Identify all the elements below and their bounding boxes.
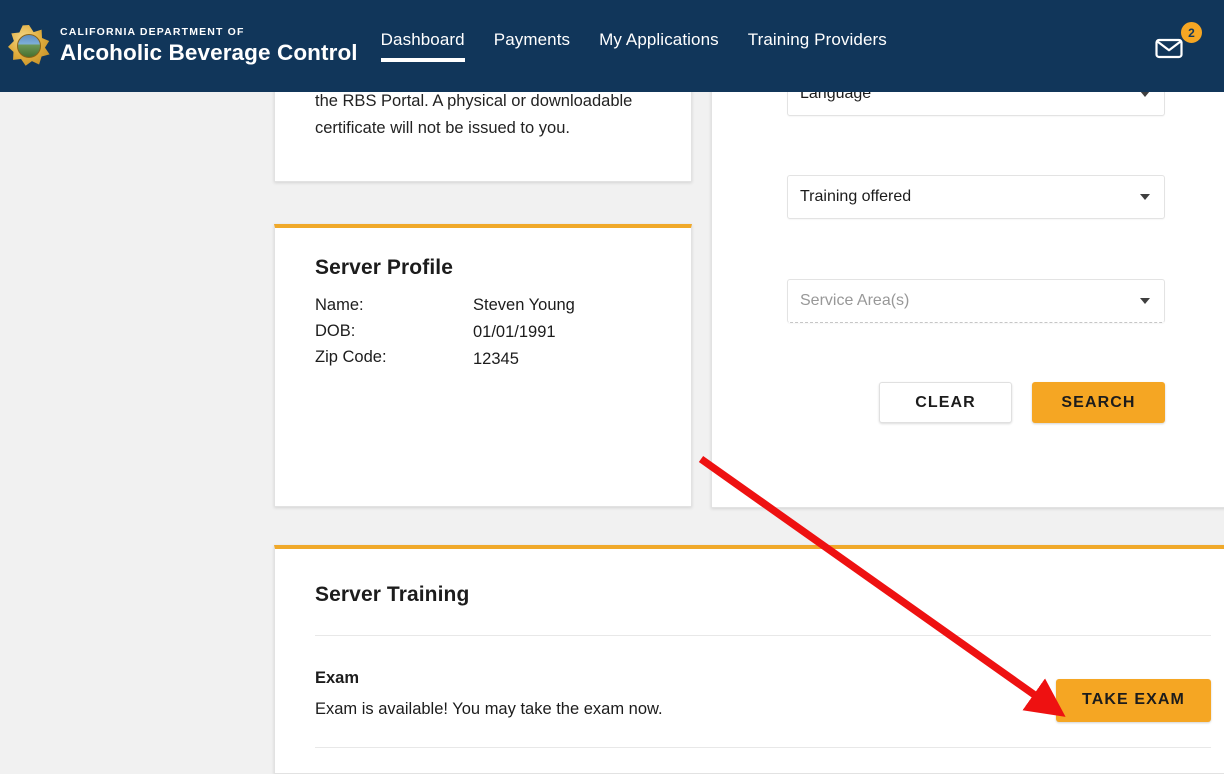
section-divider: [315, 635, 1211, 636]
provider-search-panel: Language Training offered Service Area(s…: [711, 62, 1224, 508]
profile-row-dob: DOB: 01/01/1991: [315, 322, 667, 341]
exam-heading: Exam: [315, 669, 360, 687]
site-header: CALIFORNIA DEPARTMENT OF Alcoholic Bever…: [0, 0, 1224, 92]
training-offered-select-value: Training offered: [800, 188, 912, 205]
nav-item-my-applications[interactable]: My Applications: [599, 30, 719, 62]
profile-label-zip: Zip Code:: [315, 348, 387, 366]
exam-description: Exam is available! You may take the exam…: [315, 700, 663, 718]
profile-label-name: Name:: [315, 296, 364, 314]
brand-title: Alcoholic Beverage Control: [60, 40, 358, 66]
profile-value-zip: 12345: [473, 350, 519, 368]
search-actions: CLEAR SEARCH: [787, 382, 1165, 423]
brand-subtitle: CALIFORNIA DEPARTMENT OF: [60, 26, 245, 39]
nav-item-dashboard[interactable]: Dashboard: [380, 30, 465, 62]
abc-star-seal-icon: [8, 25, 50, 67]
section-divider-bottom: [315, 747, 1211, 748]
nav-item-training-providers[interactable]: Training Providers: [748, 30, 887, 62]
nav-item-payments[interactable]: Payments: [494, 30, 570, 62]
profile-row-name: Name: Steven Young: [315, 296, 667, 315]
chevron-down-icon: [1140, 298, 1150, 304]
profile-value-dob: 01/01/1991: [473, 323, 556, 341]
message-count-badge[interactable]: 2: [1181, 22, 1202, 43]
server-training-title: Server Training: [315, 583, 470, 606]
server-profile-card: Server Profile Name: Steven Young DOB: 0…: [274, 224, 692, 507]
clear-button[interactable]: CLEAR: [879, 382, 1012, 423]
dashboard-page: CALIFORNIA DEPARTMENT OF Alcoholic Bever…: [0, 0, 1224, 774]
brand-logo[interactable]: CALIFORNIA DEPARTMENT OF Alcoholic Bever…: [8, 0, 358, 92]
service-areas-select-value: Service Area(s): [800, 292, 910, 309]
server-profile-title: Server Profile: [315, 256, 453, 279]
header-actions: 2: [1154, 22, 1202, 68]
exam-section: Exam Exam is available! You may take the…: [315, 658, 1211, 730]
search-button[interactable]: SEARCH: [1032, 382, 1165, 423]
server-training-card: Server Training Exam Exam is available! …: [274, 545, 1224, 774]
profile-row-zip: Zip Code: 12345: [315, 348, 667, 368]
profile-value-name: Steven Young: [473, 296, 575, 314]
take-exam-button[interactable]: TAKE EXAM: [1056, 678, 1211, 722]
service-areas-select[interactable]: Service Area(s): [787, 279, 1165, 323]
certificate-info-text: the RBS Portal. A physical or downloadab…: [315, 92, 633, 137]
envelope-icon[interactable]: [1154, 32, 1184, 62]
main-navigation: Dashboard Payments My Applications Train…: [380, 0, 916, 92]
profile-label-dob: DOB:: [315, 322, 356, 340]
training-offered-select[interactable]: Training offered: [787, 175, 1165, 219]
chevron-down-icon: [1140, 194, 1150, 200]
